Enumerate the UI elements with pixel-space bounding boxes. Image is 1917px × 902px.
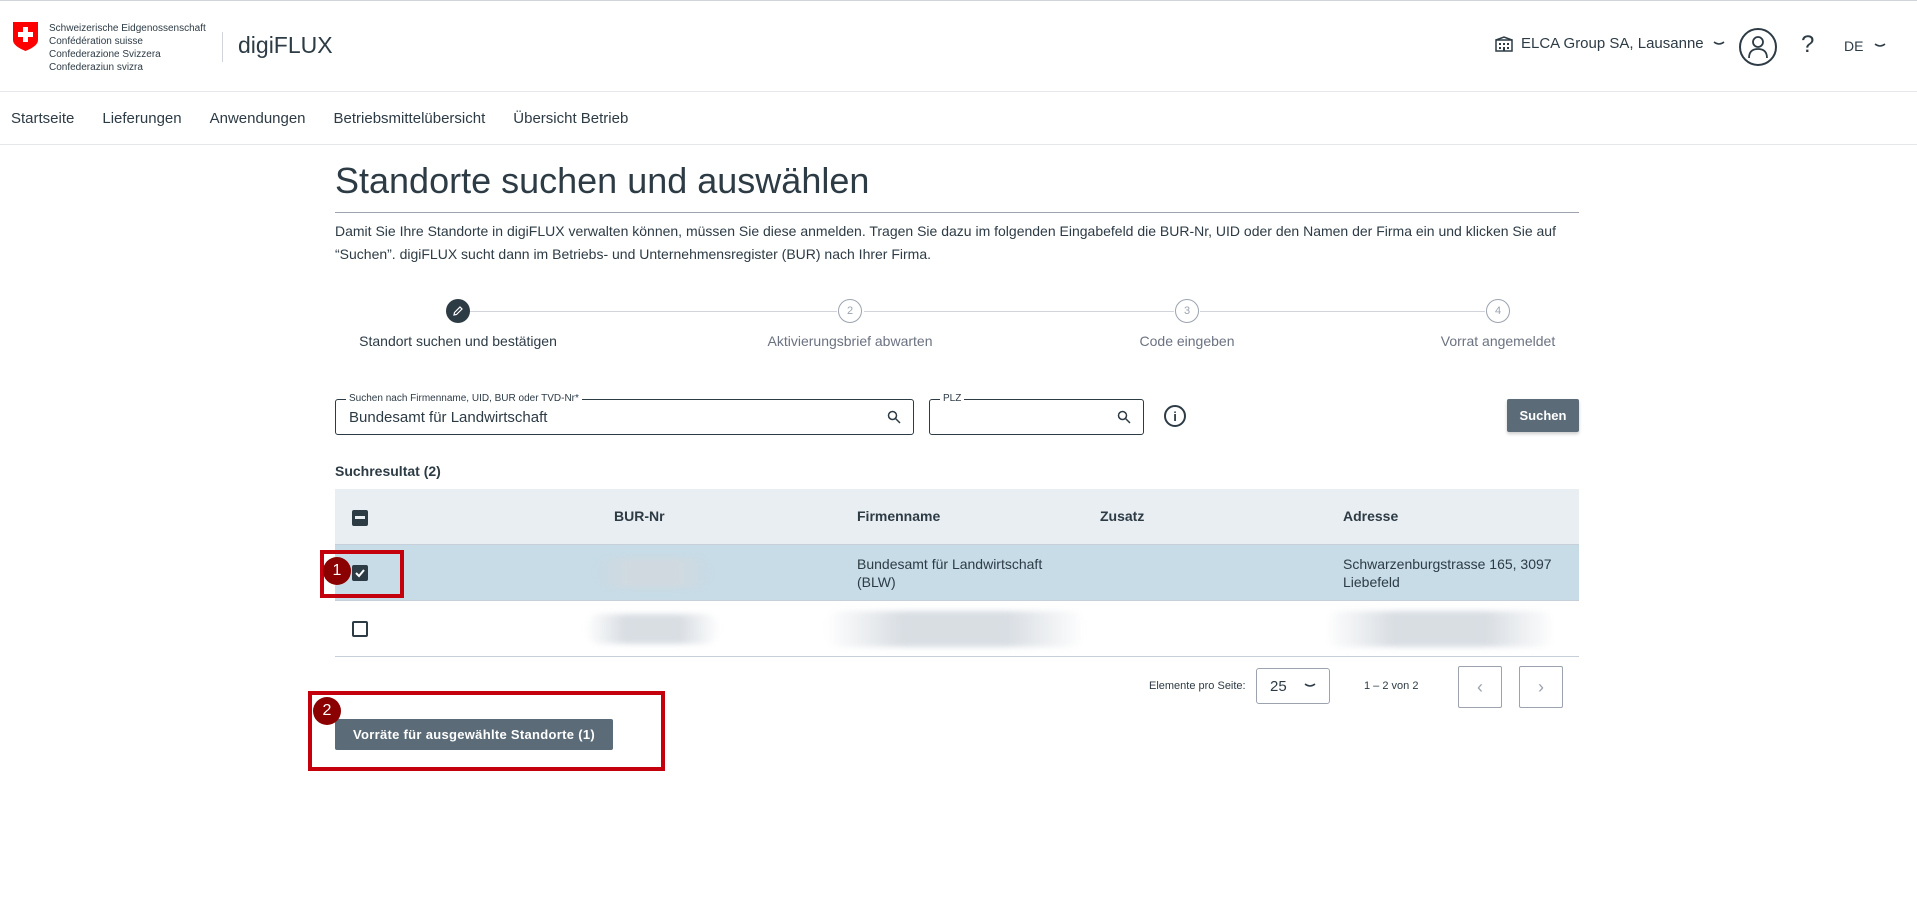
select-all-checkbox[interactable] [352,510,368,526]
nav-item-betriebsmitteluebersicht[interactable]: Betriebsmittelübersicht [334,110,486,127]
row-checkbox[interactable] [352,621,368,637]
chevron-down-icon [1304,683,1316,687]
next-page-button[interactable]: › [1519,666,1563,708]
nav-item-anwendungen[interactable]: Anwendungen [210,110,306,127]
search-field-label: Suchen nach Firmenname, UID, BUR oder TV… [346,393,582,404]
page-title: Standorte suchen und auswählen [335,160,870,201]
step-2-indicator: 2 [838,299,862,323]
main-navigation: Startseite Lieferungen Anwendungen Betri… [0,92,1917,145]
cell-firmenname: Bundesamt für Landwirtschaft (BLW) [857,555,1042,591]
nav-item-lieferungen[interactable]: Lieferungen [102,110,181,127]
results-table: BUR-Nr Firmenname Zusatz Adresse Bundesa… [335,489,1579,657]
logo-divider [222,32,223,62]
search-button[interactable]: Suchen [1507,399,1579,432]
firmenname-line-2: (BLW) [857,574,896,590]
search-field: Suchen nach Firmenname, UID, BUR oder TV… [335,393,914,435]
nav-item-startseite[interactable]: Startseite [11,110,74,127]
step-4-label: Vorrat angemeldet [1440,333,1556,349]
annotation-badge-1: 1 [323,557,351,585]
table-row[interactable]: Bundesamt für Landwirtschaft (BLW) Schwa… [335,545,1579,601]
organization-name: ELCA Group SA, Lausanne [1521,35,1704,52]
step-2-label: Aktivierungsbrief abwarten [767,333,933,349]
title-divider [335,212,1579,213]
step-4-indicator: 4 [1486,299,1510,323]
app-name[interactable]: digiFLUX [238,32,333,59]
plz-field-label: PLZ [940,393,965,404]
step-3-indicator: 3 [1175,299,1199,323]
chevron-down-icon [1713,40,1725,45]
column-header-zusatz[interactable]: Zusatz [1100,508,1144,524]
organization-selector[interactable]: ELCA Group SA, Lausanne [1495,35,1726,52]
search-icon [887,410,901,424]
logo-line-2: Confédération suisse [49,36,143,47]
logo-line-4: Confederaziun svizra [49,62,143,73]
step-3-label: Code eingeben [1139,333,1235,349]
language-selector[interactable]: DE [1844,38,1887,54]
info-icon[interactable]: i [1164,405,1186,427]
redacted-adresse [1325,611,1555,647]
items-per-page-label: Elemente pro Seite: [1149,680,1246,692]
language-label: DE [1844,38,1864,54]
annotation-highlight-2 [308,691,665,771]
search-icon [1117,410,1131,424]
stepper-connector [470,311,837,312]
column-header-firmenname[interactable]: Firmenname [857,508,940,524]
step-1-label: Standort suchen und bestätigen [359,333,557,349]
previous-page-button[interactable]: ‹ [1458,666,1502,708]
table-row[interactable] [335,601,1579,657]
page-description: Damit Sie Ihre Standorte in digiFLUX ver… [335,220,1579,266]
step-1-indicator [446,299,470,323]
description-line-2: “Suchen”. digiFLUX sucht dann im Betrieb… [335,246,932,262]
plz-field: PLZ [929,393,1144,435]
table-header: BUR-Nr Firmenname Zusatz Adresse [335,489,1579,545]
user-profile-button[interactable] [1739,28,1777,66]
swiss-cross-icon [13,22,38,51]
adresse-line-1: Schwarzenburgstrasse 165, 3097 [1343,556,1552,572]
logo-line-3: Confederazione Svizzera [49,49,161,60]
items-per-page-select[interactable]: 25 [1256,668,1330,704]
search-input[interactable] [349,409,811,426]
nav-item-uebersicht-betrieb[interactable]: Übersicht Betrieb [513,110,628,127]
result-count: Suchresultat (2) [335,463,441,479]
adresse-line-2: Liebefeld [1343,574,1400,590]
user-icon [1748,36,1768,59]
redacted-bur [593,558,713,588]
building-icon [1495,35,1513,52]
annotation-badge-2: 2 [313,697,341,725]
firmenname-line-1: Bundesamt für Landwirtschaft [857,556,1043,572]
stepper-connector [1200,311,1485,312]
cell-adresse: Schwarzenburgstrasse 165, 3097 Liebefeld [1343,555,1552,591]
federal-logo-text: Schweizerische Eidgenossenschaft Confédé… [49,22,206,74]
column-header-bur[interactable]: BUR-Nr [614,508,665,524]
redacted-firmenname [825,611,1085,647]
column-header-adresse[interactable]: Adresse [1343,508,1398,524]
pagination-range: 1 – 2 von 2 [1364,680,1419,692]
stepper-connector [864,311,1174,312]
pencil-icon [453,306,463,316]
header: Schweizerische Eidgenossenschaft Confédé… [0,1,1917,92]
chevron-down-icon [1874,43,1886,47]
items-per-page-value: 25 [1270,677,1287,695]
description-line-1: Damit Sie Ihre Standorte in digiFLUX ver… [335,223,1556,239]
redacted-bur [585,614,720,644]
help-button[interactable]: ? [1801,31,1814,59]
logo-line-1: Schweizerische Eidgenossenschaft [49,23,206,34]
plz-input[interactable] [943,409,1114,426]
